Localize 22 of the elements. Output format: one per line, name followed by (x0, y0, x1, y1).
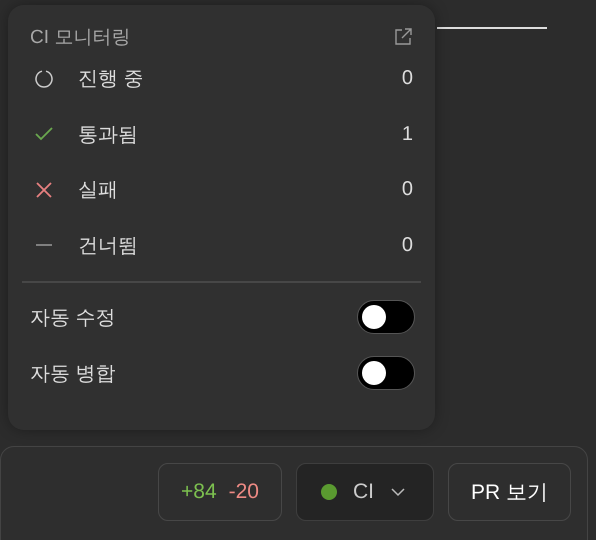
status-count: 1 (402, 122, 413, 146)
status-label: 실패 (78, 178, 119, 204)
additions-count: +84 (181, 480, 217, 504)
dash-icon (34, 244, 54, 246)
deletions-count: -20 (228, 480, 259, 504)
ci-button[interactable]: CI (296, 463, 434, 521)
status-label: 진행 중 (78, 67, 145, 92)
view-pr-button[interactable]: PR 보기 (448, 463, 571, 521)
status-label: 통과됨 (78, 122, 139, 148)
chevron-icon (390, 487, 406, 497)
status-count: 0 (402, 67, 413, 90)
toggle-label: 자동 병합 (30, 362, 116, 386)
spinner-icon (34, 68, 54, 89)
popover-title: CI 모니터링 (30, 26, 130, 50)
external-link-icon[interactable] (393, 27, 413, 47)
status-count: 0 (402, 178, 413, 202)
status-label: 건너뜀 (78, 234, 139, 259)
toggle-label: 자동 수정 (30, 306, 116, 330)
toggle-switch[interactable] (357, 300, 415, 334)
cross-icon (34, 180, 54, 200)
toggle-switch[interactable] (357, 356, 415, 390)
status-count: 0 (402, 234, 413, 257)
